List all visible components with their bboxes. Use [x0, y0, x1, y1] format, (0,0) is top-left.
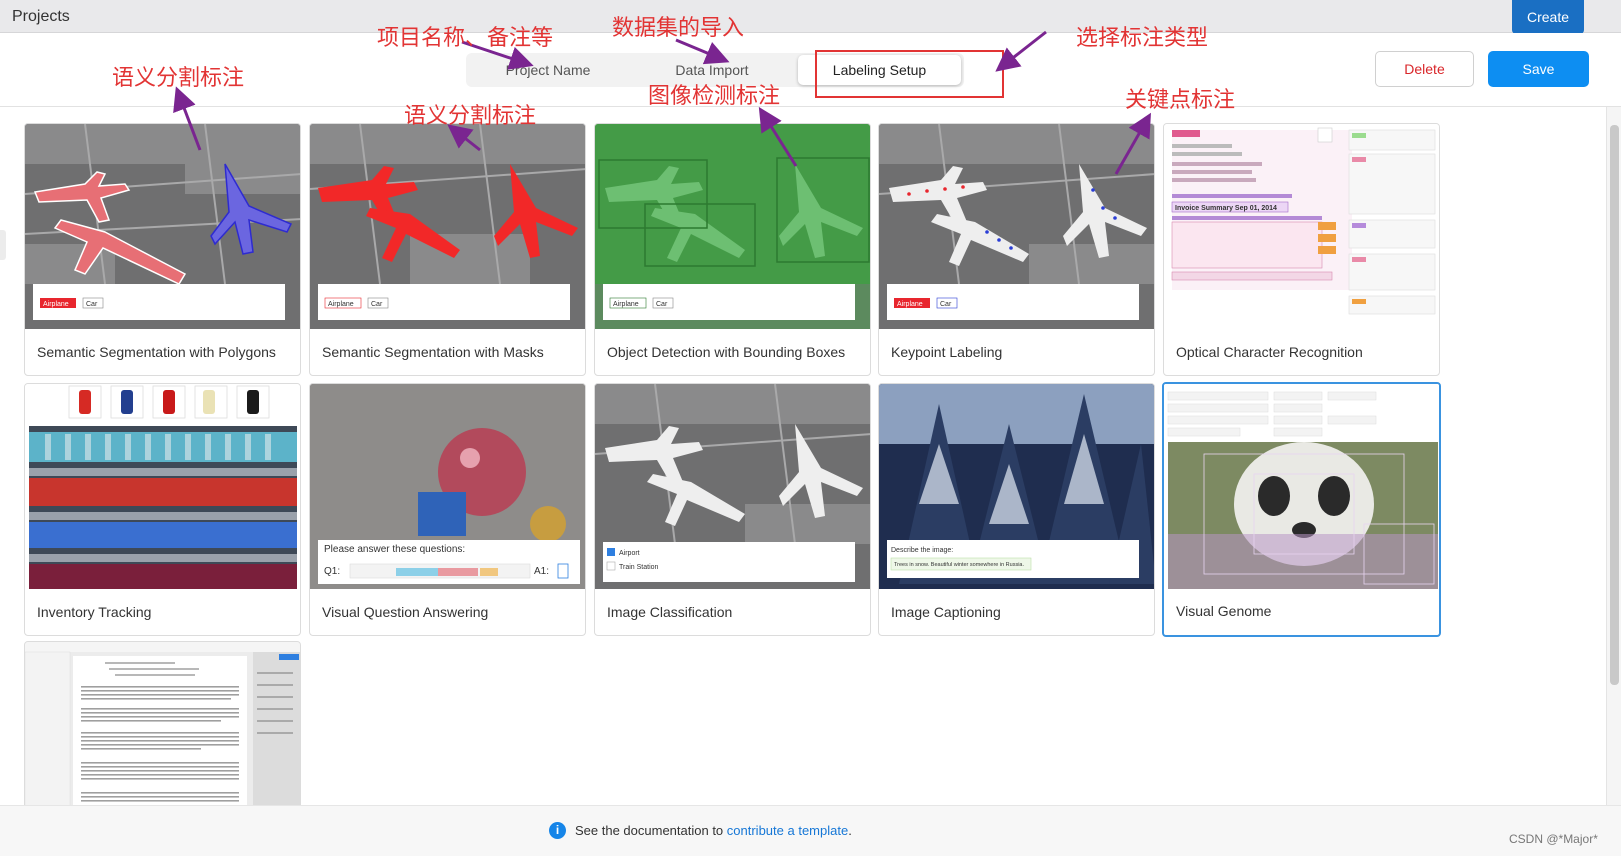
- scrollbar-thumb[interactable]: [1610, 125, 1619, 685]
- template-thumbnail: Airplane Car: [595, 124, 870, 329]
- watermark: CSDN @*Major*: [1509, 832, 1598, 846]
- annotation-labeling-type: 选择标注类型: [1076, 26, 1209, 51]
- template-label: Semantic Segmentation with Polygons: [37, 344, 276, 360]
- template-card-selected[interactable]: Visual Genome: [1162, 382, 1441, 637]
- caption-text: Trees in snow. Beautiful winter somewher…: [894, 562, 1024, 568]
- template-label: Keypoint Labeling: [891, 344, 1003, 360]
- save-button[interactable]: Save: [1488, 51, 1589, 87]
- template-card[interactable]: Airplane Car Object Detection with Bound…: [594, 123, 871, 376]
- annotation-semantic-seg-1: 语义分割标注: [112, 66, 245, 91]
- delete-button[interactable]: Delete: [1375, 51, 1474, 87]
- template-grid: Airplane Car Semantic Segmentation with …: [0, 107, 1604, 805]
- template-label: Visual Genome: [1176, 603, 1272, 619]
- template-card[interactable]: Airplane Car Keypoint Labeling: [878, 123, 1155, 376]
- template-card[interactable]: [24, 641, 301, 805]
- template-thumbnail: [1164, 384, 1439, 589]
- template-card[interactable]: Inventory Tracking: [24, 383, 301, 636]
- tag-car: Car: [940, 301, 952, 308]
- template-label: Inventory Tracking: [37, 604, 152, 620]
- tag-car: Car: [371, 301, 383, 308]
- annotation-data-import: 数据集的导入: [612, 16, 745, 41]
- template-thumbnail: Describe the image: Trees in snow. Beaut…: [879, 384, 1154, 589]
- caption-prompt: Describe the image:: [891, 547, 953, 554]
- template-card[interactable]: Invoice Summary Sep 01, 2014 Optical Cha…: [1163, 123, 1440, 376]
- template-label: Visual Question Answering: [322, 604, 489, 620]
- template-thumbnail: [25, 642, 300, 805]
- footer-text: See the documentation to contribute a te…: [575, 823, 852, 838]
- tag-airplane: Airplane: [613, 301, 639, 308]
- vqa-prompt: Please answer these questions:: [324, 544, 465, 555]
- template-label: Semantic Segmentation with Masks: [322, 344, 544, 360]
- vqa-q1: Q1:: [324, 566, 340, 577]
- template-label: Object Detection with Bounding Boxes: [607, 344, 846, 360]
- tag-car: Car: [86, 301, 98, 308]
- info-icon: i: [549, 822, 566, 839]
- template-thumbnail: Invoice Summary Sep 01, 2014: [1164, 124, 1439, 329]
- template-label: Image Captioning: [891, 604, 1001, 620]
- template-thumbnail: Airplane Car: [879, 124, 1154, 329]
- vqa-a1: A1:: [534, 566, 549, 577]
- template-card[interactable]: Please answer these questions: Q1: A1: V…: [309, 383, 586, 636]
- template-label: Optical Character Recognition: [1176, 344, 1363, 360]
- tag-airplane: Airplane: [897, 301, 923, 308]
- top-bar: Projects Create: [0, 0, 1621, 34]
- template-thumbnail: Airplane Car: [310, 124, 585, 329]
- app-title: Projects: [12, 8, 70, 25]
- contribute-template-link[interactable]: contribute a template: [727, 823, 848, 838]
- template-thumbnail: Airport Train Station: [595, 384, 870, 589]
- annotation-semantic-seg-2: 语义分割标注: [404, 104, 537, 129]
- tag-airplane: Airplane: [328, 301, 354, 308]
- collapse-handle[interactable]: [0, 230, 6, 260]
- template-thumbnail: Airplane Car: [25, 124, 300, 329]
- highlight-box: [815, 50, 1004, 98]
- annotation-project-name: 项目名称、备注等: [377, 26, 554, 51]
- template-card[interactable]: Airport Train Station Image Classificati…: [594, 383, 871, 636]
- footer-text-after: .: [848, 823, 852, 838]
- template-thumbnail: Please answer these questions: Q1: A1:: [310, 384, 585, 589]
- template-thumbnail: [25, 384, 300, 589]
- ocr-invoice-title: Invoice Summary Sep 01, 2014: [1175, 205, 1277, 212]
- footer-text-before: See the documentation to: [575, 823, 727, 838]
- tab-project-name[interactable]: Project Name: [466, 53, 630, 87]
- vertical-scrollbar[interactable]: [1606, 107, 1621, 805]
- choice-airport: Airport: [619, 550, 640, 557]
- template-label: Image Classification: [607, 604, 733, 620]
- tag-car: Car: [656, 301, 668, 308]
- create-button[interactable]: Create: [1512, 0, 1584, 34]
- template-card[interactable]: Airplane Car Semantic Segmentation with …: [309, 123, 586, 376]
- template-card[interactable]: Airplane Car Semantic Segmentation with …: [24, 123, 301, 376]
- template-card[interactable]: Describe the image: Trees in snow. Beaut…: [878, 383, 1155, 636]
- annotation-object-detection: 图像检测标注: [648, 84, 781, 109]
- choice-train-station: Train Station: [619, 564, 659, 571]
- tag-airplane: Airplane: [43, 301, 69, 308]
- footer: i See the documentation to contribute a …: [0, 805, 1621, 856]
- annotation-keypoint: 关键点标注: [1125, 88, 1236, 113]
